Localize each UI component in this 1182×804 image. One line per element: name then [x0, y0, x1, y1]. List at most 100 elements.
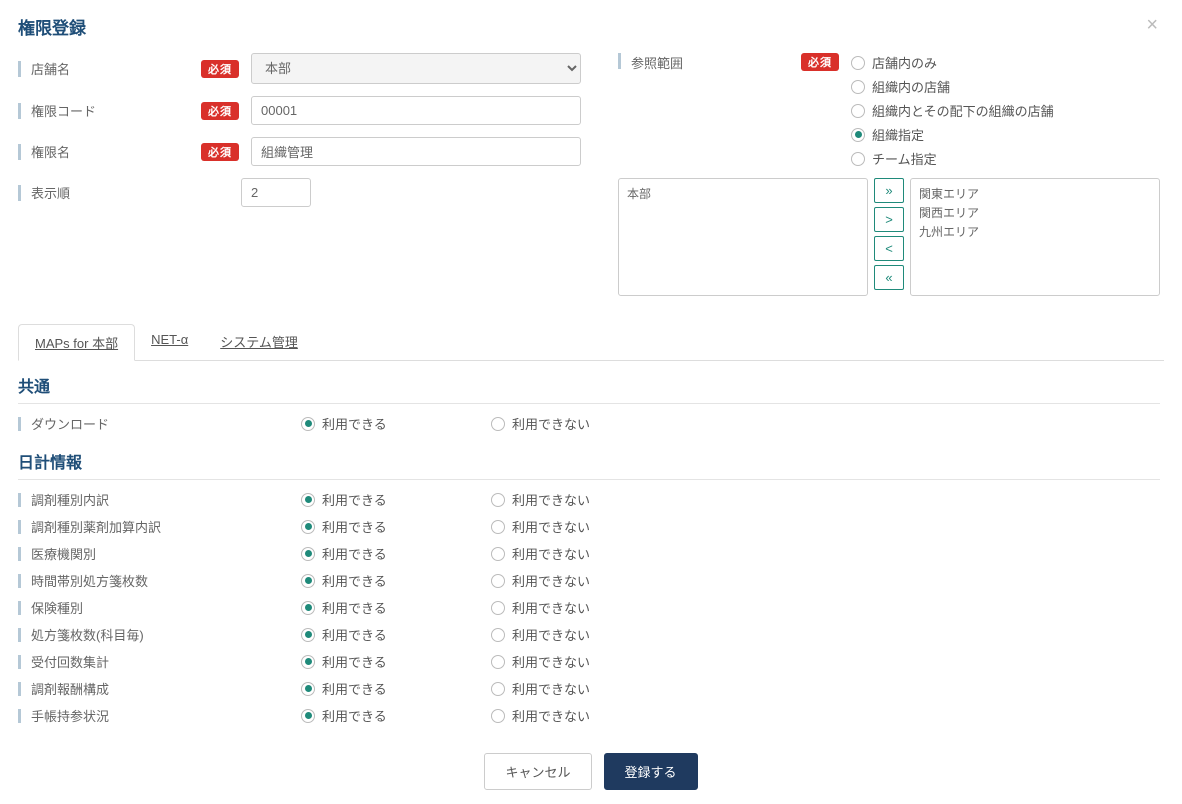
ref-scope-option[interactable]: 店舗内のみ	[851, 53, 1054, 72]
label-store-name: 店舗名	[31, 59, 201, 78]
field-order: 表示順	[18, 178, 588, 207]
move-right-button[interactable]: >	[874, 207, 904, 232]
label-ref-scope: 参照範囲	[631, 53, 801, 72]
list-item[interactable]: 関東エリア	[919, 184, 1151, 203]
radio-icon	[491, 493, 505, 507]
transfer-buttons: » > < «	[874, 178, 904, 296]
field-bar-icon	[18, 682, 21, 696]
option-deny[interactable]: 利用できない	[491, 706, 681, 725]
option-allow[interactable]: 利用できる	[301, 706, 491, 725]
list-item[interactable]: 本部	[627, 184, 859, 203]
option-deny[interactable]: 利用できない	[491, 652, 681, 671]
field-bar-icon	[18, 628, 21, 642]
option-allow[interactable]: 利用できる	[301, 625, 491, 644]
permission-label: ダウンロード	[31, 414, 301, 433]
option-deny[interactable]: 利用できない	[491, 625, 681, 644]
option-label: 利用できない	[512, 706, 590, 725]
option-deny[interactable]: 利用できない	[491, 544, 681, 563]
list-item[interactable]: 九州エリア	[919, 222, 1151, 241]
source-list[interactable]: 本部	[618, 178, 868, 296]
move-left-button[interactable]: <	[874, 236, 904, 261]
field-ref-scope: 参照範囲 必須 店舗内のみ組織内の店舗組織内とその配下の組織の店舗組織指定チーム…	[618, 53, 1164, 168]
field-store-name: 店舗名 必須 本部	[18, 53, 588, 84]
tab[interactable]: NET-α	[135, 324, 204, 360]
radio-icon	[491, 547, 505, 561]
permission-label: 調剤種別薬剤加算内訳	[31, 517, 301, 536]
option-label: 利用できる	[322, 679, 387, 698]
permission-row: 調剤種別内訳利用できる利用できない	[18, 486, 1160, 513]
close-icon[interactable]: ×	[1140, 14, 1164, 37]
radio-icon	[301, 417, 315, 431]
section-title: 共通	[18, 373, 1160, 397]
ref-scope-option[interactable]: チーム指定	[851, 149, 1054, 168]
radio-icon	[851, 80, 865, 94]
perm-name-input[interactable]	[251, 137, 581, 166]
divider	[18, 479, 1160, 480]
option-label: 利用できない	[512, 414, 590, 433]
option-allow[interactable]: 利用できる	[301, 414, 491, 433]
cancel-button[interactable]: キャンセル	[484, 753, 591, 790]
option-label: 利用できる	[322, 544, 387, 563]
required-badge: 必須	[201, 143, 239, 161]
option-label: 利用できる	[322, 414, 387, 433]
permission-row: 時間帯別処方箋枚数利用できる利用できない	[18, 567, 1160, 594]
ref-scope-option[interactable]: 組織内の店舗	[851, 77, 1054, 96]
option-allow[interactable]: 利用できる	[301, 490, 491, 509]
divider	[18, 403, 1160, 404]
option-deny[interactable]: 利用できない	[491, 679, 681, 698]
radio-icon	[491, 520, 505, 534]
option-label: 利用できる	[322, 625, 387, 644]
ref-scope-radio-group: 店舗内のみ組織内の店舗組織内とその配下の組織の店舗組織指定チーム指定	[851, 53, 1054, 168]
radio-icon	[491, 682, 505, 696]
option-deny[interactable]: 利用できない	[491, 571, 681, 590]
radio-icon	[851, 104, 865, 118]
permission-label: 時間帯別処方箋枚数	[31, 571, 301, 590]
tabs-container: MAPs for 本部NET-αシステム管理	[18, 324, 1164, 361]
radio-icon	[851, 152, 865, 166]
option-allow[interactable]: 利用できる	[301, 517, 491, 536]
option-allow[interactable]: 利用できる	[301, 679, 491, 698]
option-deny[interactable]: 利用できない	[491, 598, 681, 617]
option-deny[interactable]: 利用できない	[491, 517, 681, 536]
permission-label: 調剤報酬構成	[31, 679, 301, 698]
target-list[interactable]: 関東エリア関西エリア九州エリア	[910, 178, 1160, 296]
tab[interactable]: システム管理	[204, 324, 314, 360]
option-label: 利用できる	[322, 652, 387, 671]
radio-icon	[301, 547, 315, 561]
option-label: 利用できない	[512, 598, 590, 617]
option-label: 利用できない	[512, 544, 590, 563]
permission-row: 処方箋枚数(科目毎)利用できる利用できない	[18, 621, 1160, 648]
order-input[interactable]	[241, 178, 311, 207]
ref-scope-option[interactable]: 組織指定	[851, 125, 1054, 144]
ref-scope-option[interactable]: 組織内とその配下の組織の店舗	[851, 101, 1054, 120]
move-all-left-button[interactable]: «	[874, 265, 904, 290]
option-label: 利用できない	[512, 517, 590, 536]
store-name-select[interactable]: 本部	[251, 53, 581, 84]
option-allow[interactable]: 利用できる	[301, 571, 491, 590]
permission-row: 調剤種別薬剤加算内訳利用できる 利用できない	[18, 513, 1160, 540]
option-deny[interactable]: 利用できない	[491, 490, 681, 509]
footer-buttons: キャンセル 登録する	[18, 753, 1164, 790]
radio-icon	[491, 709, 505, 723]
radio-icon	[301, 628, 315, 642]
tab[interactable]: MAPs for 本部	[18, 324, 135, 361]
list-item[interactable]: 関西エリア	[919, 203, 1151, 222]
field-bar-icon	[18, 547, 21, 561]
field-bar-icon	[18, 417, 21, 431]
option-allow[interactable]: 利用できる	[301, 652, 491, 671]
permissions-scroll-area[interactable]: 共通ダウンロード利用できる利用できない日計情報調剤種別内訳利用できる利用できない…	[18, 361, 1164, 731]
perm-code-input[interactable]	[251, 96, 581, 125]
field-bar-icon	[618, 53, 621, 69]
permission-row: 手帳持参状況利用できる利用できない	[18, 702, 1160, 729]
option-deny[interactable]: 利用できない	[491, 414, 681, 433]
option-allow[interactable]: 利用できる	[301, 544, 491, 563]
radio-label: 組織指定	[872, 125, 924, 144]
move-all-right-button[interactable]: »	[874, 178, 904, 203]
field-bar-icon	[18, 103, 21, 119]
submit-button[interactable]: 登録する	[604, 753, 698, 790]
option-allow[interactable]: 利用できる	[301, 598, 491, 617]
radio-icon	[491, 601, 505, 615]
radio-icon	[491, 628, 505, 642]
required-badge: 必須	[201, 102, 239, 120]
radio-label: 組織内とその配下の組織の店舗	[872, 101, 1054, 120]
